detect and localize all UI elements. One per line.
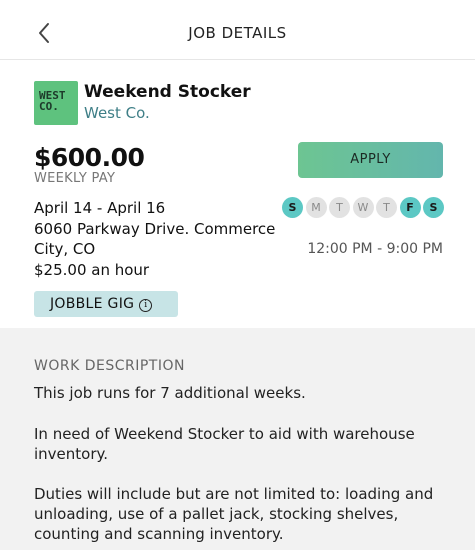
job-dates: April 14 - April 16 (34, 199, 166, 217)
address-line1: 6060 Parkway Drive. Commerce (34, 220, 276, 238)
pay-label: WEEKLY PAY (34, 171, 116, 186)
day-wednesday: W (352, 197, 374, 218)
weekday-indicator: S M T W T F S (282, 197, 444, 218)
info-icon[interactable]: i (139, 299, 153, 312)
jobble-gig-badge[interactable]: JOBBLE GIG i (34, 291, 178, 317)
day-monday: M (305, 197, 327, 218)
header-bar: JOB DETAILS (0, 0, 475, 60)
address-line2: City, CO (34, 240, 96, 258)
logo-text-line2: CO. (39, 100, 59, 113)
company-name[interactable]: West Co. (84, 104, 150, 122)
description-heading: WORK DESCRIPTION (34, 358, 185, 374)
apply-button[interactable]: APPLY (298, 142, 443, 178)
pay-amount: $600.00 (34, 143, 145, 172)
day-tuesday: T (329, 197, 350, 218)
gig-badge-label: JOBBLE GIG (50, 296, 135, 312)
description-paragraph: This job runs for 7 additional weeks. (34, 384, 306, 402)
shift-hours: 12:00 PM - 9:00 PM (307, 241, 443, 257)
job-title: Weekend Stocker (84, 82, 251, 102)
day-saturday: S (423, 197, 444, 218)
description-paragraph: Duties will include but are not limited … (34, 485, 434, 543)
page-title: JOB DETAILS (188, 24, 287, 42)
description-panel: WORK DESCRIPTION This job runs for 7 add… (0, 328, 475, 550)
description-paragraph: In need of Weekend Stocker to aid with w… (34, 425, 415, 463)
day-friday: F (399, 197, 421, 218)
day-sunday: S (282, 197, 303, 218)
hourly-rate: $25.00 an hour (34, 261, 150, 279)
company-logo: WEST CO. (34, 81, 78, 125)
day-thursday: T (376, 197, 397, 218)
